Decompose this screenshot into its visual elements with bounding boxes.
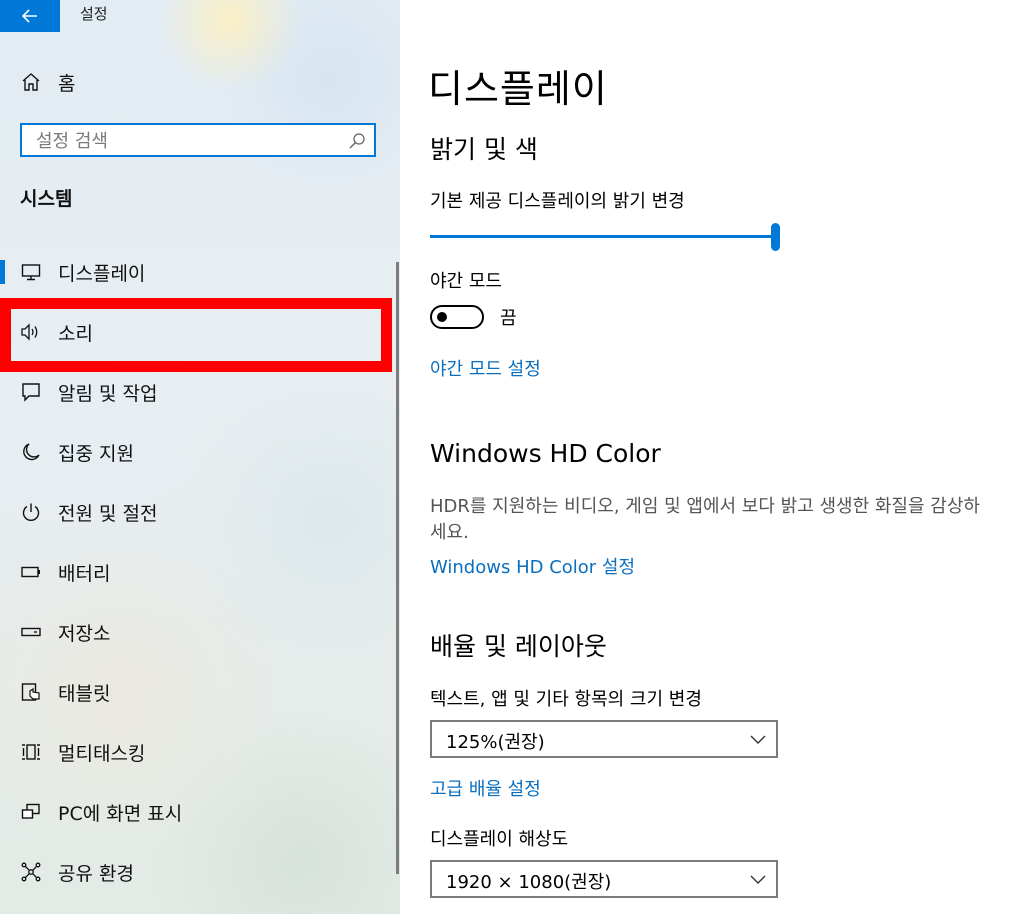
night-light-settings-link[interactable]: 야간 모드 설정: [430, 355, 541, 381]
battery-icon: [20, 561, 42, 583]
back-button[interactable]: [0, 0, 60, 32]
brightness-heading: 밝기 및 색: [430, 135, 538, 164]
hdr-description: HDR를 지원하는 비디오, 게임 및 앱에서 보다 밝고 생생한 화질을 감상…: [430, 496, 980, 543]
sidebar-item-label: 멀티태스킹: [58, 742, 146, 765]
main-content: 디스플레이 밝기 및 색 기본 제공 디스플레이의 밝기 변경 야간 모드 끔 …: [400, 0, 1012, 914]
sidebar-item-battery[interactable]: 배터리: [0, 542, 400, 602]
sidebar-item-power[interactable]: 전원 및 절전: [0, 482, 400, 542]
sidebar-item-label: 디스플레이: [58, 262, 146, 285]
hdr-heading: Windows HD Color: [430, 439, 661, 468]
sidebar-item-storage[interactable]: 저장소: [0, 602, 400, 662]
scale-label: 텍스트, 앱 및 기타 항목의 크기 변경: [430, 689, 702, 710]
sidebar-item-project[interactable]: PC에 화면 표시: [0, 782, 400, 842]
sidebar-item-notifications[interactable]: 알림 및 작업: [0, 362, 400, 422]
sidebar-item-label: 저장소: [58, 622, 111, 645]
toggle-knob: [437, 312, 447, 322]
resolution-label: 디스플레이 해상도: [430, 829, 569, 850]
sidebar-item-label: PC에 화면 표시: [58, 802, 183, 825]
tablet-icon: [20, 681, 42, 703]
sidebar-item-tablet[interactable]: 태블릿: [0, 662, 400, 722]
title-bar: 설정: [0, 0, 400, 32]
search-icon[interactable]: [348, 132, 366, 150]
brightness-slider-label: 기본 제공 디스플레이의 밝기 변경: [430, 191, 685, 212]
project-icon: [20, 801, 42, 823]
sidebar-scrollbar[interactable]: [396, 262, 399, 874]
search-box[interactable]: [20, 123, 376, 157]
sidebar: 설정 홈 시스템 디스플레이: [0, 0, 400, 914]
sidebar-nav: 디스플레이 소리 알림 및 작업 집중 지원 전원 및 절전 배터리 저장소 태…: [0, 242, 400, 902]
home-label: 홈: [58, 72, 76, 95]
scale-dropdown[interactable]: 125%(권장): [430, 720, 778, 758]
sidebar-item-label: 공유 환경: [58, 862, 134, 885]
sidebar-item-label: 전원 및 절전: [58, 502, 158, 525]
night-light-row: 끔: [430, 304, 517, 330]
chevron-down-icon: [750, 735, 766, 744]
hdr-settings-link[interactable]: Windows HD Color 설정: [430, 553, 635, 579]
sidebar-item-sound[interactable]: 소리: [0, 302, 400, 362]
message-icon: [20, 381, 42, 403]
storage-icon: [20, 621, 42, 643]
sidebar-item-label: 집중 지원: [58, 442, 134, 465]
multitasking-icon: [20, 741, 42, 763]
advanced-scaling-link[interactable]: 고급 배율 설정: [430, 775, 541, 801]
search-input[interactable]: [36, 129, 336, 153]
night-light-toggle[interactable]: [430, 305, 484, 329]
chevron-down-icon: [750, 875, 766, 884]
sidebar-item-label: 배터리: [58, 562, 111, 585]
page-title: 디스플레이: [428, 67, 608, 111]
sidebar-item-focus-assist[interactable]: 집중 지원: [0, 422, 400, 482]
monitor-icon: [20, 261, 42, 283]
sidebar-item-label: 태블릿: [58, 682, 111, 705]
speaker-icon: [20, 321, 42, 343]
brightness-slider[interactable]: [430, 222, 780, 252]
night-light-label: 야간 모드: [430, 271, 502, 292]
sidebar-item-label: 소리: [58, 322, 93, 345]
slider-thumb[interactable]: [771, 223, 780, 251]
scale-heading: 배율 및 레이아웃: [430, 632, 607, 661]
window-title: 설정: [80, 5, 108, 23]
share-icon: [20, 861, 42, 883]
sidebar-item-display[interactable]: 디스플레이: [0, 242, 400, 302]
moon-icon: [20, 441, 42, 463]
section-title: 시스템: [20, 188, 73, 210]
power-icon: [20, 501, 42, 523]
sidebar-item-multitasking[interactable]: 멀티태스킹: [0, 722, 400, 782]
resolution-dropdown[interactable]: 1920 × 1080(권장): [430, 860, 778, 898]
back-arrow-icon: [22, 9, 37, 23]
home-icon: [20, 71, 42, 93]
slider-track: [430, 235, 776, 238]
sidebar-item-label: 알림 및 작업: [58, 382, 158, 405]
night-light-state: 끔: [500, 308, 517, 329]
resolution-dropdown-value: 1920 × 1080(권장): [446, 872, 612, 893]
sidebar-item-shared-experiences[interactable]: 공유 환경: [0, 842, 400, 902]
scale-dropdown-value: 125%(권장): [446, 732, 545, 753]
home-link[interactable]: 홈: [0, 62, 400, 102]
